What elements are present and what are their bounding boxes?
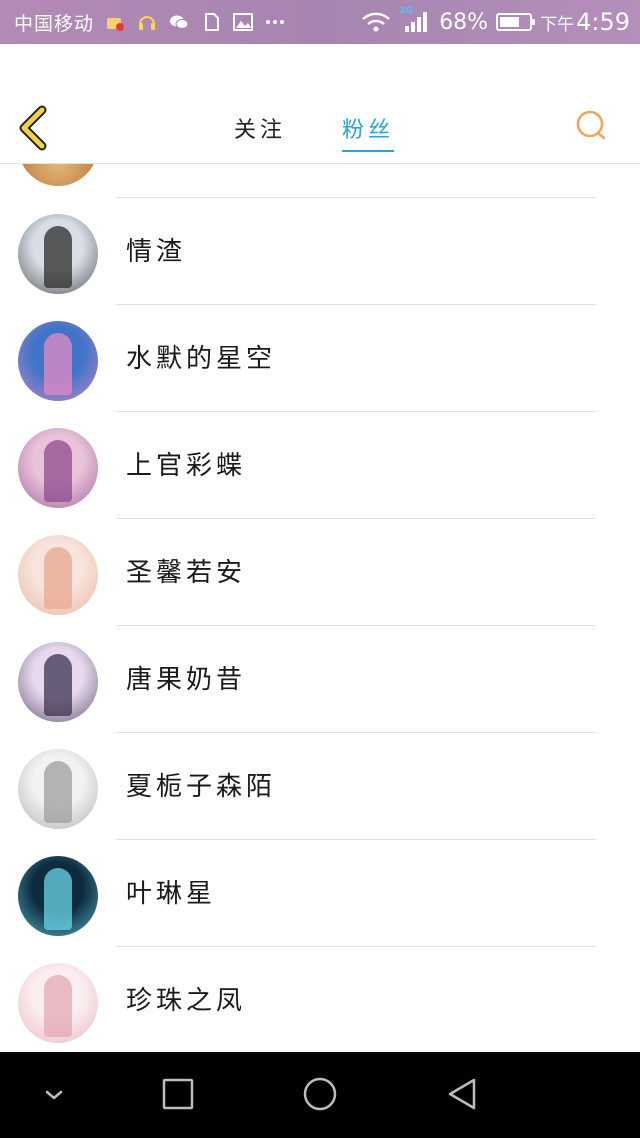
back-icon [448,1078,476,1110]
fan-name: 珍珠之凤 [126,986,247,1016]
fan-name: 叶琳星 [126,879,217,909]
fan-list: 情渣水默的星空上官彩蝶圣馨若安唐果奶昔夏栀子森陌叶琳星珍珠之凤 [0,164,640,1052]
wechat-icon [168,11,190,33]
avatar[interactable] [18,321,98,401]
search-icon [576,110,606,140]
sim-icon [200,11,222,33]
back-button[interactable] [12,104,52,152]
battery-percent: 68% [439,9,489,35]
avatar-figure [44,654,72,716]
fan-name: 上官彩蝶 [126,451,247,481]
image-icon [232,11,254,33]
list-item[interactable]: 夏栀子森陌 [0,733,640,840]
home-button[interactable] [298,1072,342,1116]
search-button[interactable] [574,108,608,142]
avatar[interactable] [18,749,98,829]
signal-icon: 2G [399,7,431,33]
avatar-figure [44,547,72,609]
status-right: 2G 68% 下午 4:59 [361,0,630,44]
fan-name: 水默的星空 [126,344,277,374]
fan-name: 唐果奶昔 [126,665,247,695]
list-item[interactable]: 圣馨若安 [0,519,640,626]
more-icon [264,11,286,33]
list-item[interactable]: 水默的星空 [0,305,640,412]
headset-icon [136,11,158,33]
chevron-left-icon [19,105,47,151]
app-notification-icon [104,11,126,33]
list-item[interactable]: 上官彩蝶 [0,412,640,519]
fan-name: 情渣 [126,237,187,267]
time-prefix: 下午 [540,14,575,35]
header: 关注 粉丝 [0,44,640,164]
fan-name: 圣馨若安 [126,558,247,588]
back-nav-button[interactable] [440,1072,484,1116]
avatar[interactable] [18,963,98,1043]
avatar-figure [44,761,72,823]
carrier-label: 中国移动 [14,12,95,35]
list-item[interactable]: 唐果奶昔 [0,626,640,733]
avatar[interactable] [18,856,98,936]
list-item[interactable]: 情渣 [0,198,640,305]
battery-level [500,17,520,27]
wifi-icon [361,11,391,33]
avatar[interactable] [18,535,98,615]
list-item[interactable]: 珍珠之凤 [0,947,640,1052]
avatar-figure [44,226,72,288]
hide-nav-button[interactable] [32,1072,76,1116]
status-bar: 中国移动 2G 68% 下午 4:59 [0,0,640,44]
recents-button[interactable] [156,1072,200,1116]
avatar-figure [44,975,72,1037]
list-item[interactable]: 叶琳星 [0,840,640,947]
avatar-figure [44,440,72,502]
battery-icon [496,13,536,31]
tab-follow[interactable]: 关注 [234,112,286,144]
home-icon [303,1077,337,1111]
tab-fans[interactable]: 粉丝 [342,112,395,152]
hide-nav-icon [45,1090,63,1100]
network-badge: 2G [399,6,413,16]
avatar[interactable] [18,164,98,186]
avatar[interactable] [18,214,98,294]
avatar-figure [44,868,72,930]
avatar-figure [44,333,72,395]
avatar[interactable] [18,642,98,722]
status-left: 中国移动 [14,0,286,44]
avatar[interactable] [18,428,98,508]
recents-icon [162,1078,194,1110]
fan-name: 夏栀子森陌 [126,772,277,802]
nav-bar [0,1052,640,1138]
clock: 4:59 [576,8,630,36]
